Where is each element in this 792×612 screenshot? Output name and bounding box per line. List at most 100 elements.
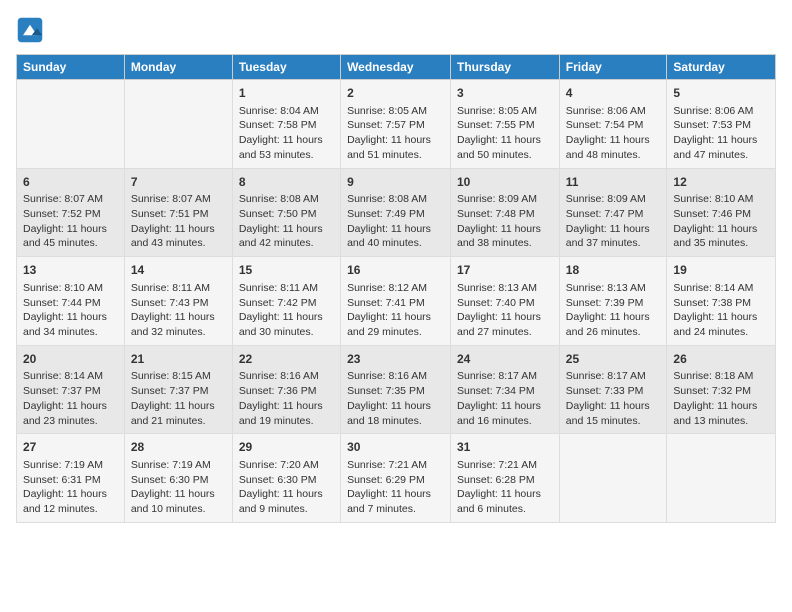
calendar-cell: 6Sunrise: 8:07 AM Sunset: 7:52 PM Daylig… xyxy=(17,168,125,257)
day-number: 24 xyxy=(457,351,553,368)
header-day-thursday: Thursday xyxy=(451,55,560,80)
day-number: 4 xyxy=(566,85,661,102)
calendar-cell: 31 Sunrise: 7:21 AM Sunset: 6:28 PM Dayli… xyxy=(451,434,560,523)
day-number: 19 xyxy=(673,262,769,279)
calendar-cell: 15 Sunrise: 8:11 AM Sunset: 7:42 PM Dayli… xyxy=(232,257,340,346)
logo-icon xyxy=(16,16,44,44)
header-day-sunday: Sunday xyxy=(17,55,125,80)
day-number: 30 xyxy=(347,439,444,456)
calendar-cell: 11Sunrise: 8:09 AM Sunset: 7:47 PM Dayli… xyxy=(559,168,667,257)
day-info: Sunrise: 7:21 AM Sunset: 6:29 PM Dayligh… xyxy=(347,458,444,517)
day-info: Sunrise: 8:14 AM Sunset: 7:38 PM Dayligh… xyxy=(673,281,769,340)
day-number: 12 xyxy=(673,174,769,191)
day-number: 21 xyxy=(131,351,226,368)
calendar-cell xyxy=(667,434,776,523)
day-info: Sunrise: 8:10 AM Sunset: 7:46 PM Dayligh… xyxy=(673,192,769,251)
day-info: Sunrise: 8:13 AM Sunset: 7:39 PM Dayligh… xyxy=(566,281,661,340)
day-number: 13 xyxy=(23,262,118,279)
day-info: Sunrise: 8:09 AM Sunset: 7:48 PM Dayligh… xyxy=(457,192,553,251)
day-number: 23 xyxy=(347,351,444,368)
calendar-week-4: 27Sunrise: 7:19 AM Sunset: 6:31 PM Dayli… xyxy=(17,434,776,523)
day-number: 10 xyxy=(457,174,553,191)
calendar-header: SundayMondayTuesdayWednesdayThursdayFrid… xyxy=(17,55,776,80)
calendar-cell: 2 Sunrise: 8:05 AM Sunset: 7:57 PM Daylig… xyxy=(341,80,451,169)
day-number: 7 xyxy=(131,174,226,191)
calendar-week-3: 20Sunrise: 8:14 AM Sunset: 7:37 PM Dayli… xyxy=(17,345,776,434)
calendar-cell: 14 Sunrise: 8:11 AM Sunset: 7:43 PM Dayli… xyxy=(124,257,232,346)
day-number: 2 xyxy=(347,85,444,102)
calendar-cell: 10Sunrise: 8:09 AM Sunset: 7:48 PM Dayli… xyxy=(451,168,560,257)
day-number: 28 xyxy=(131,439,226,456)
calendar-cell: 1 Sunrise: 8:04 AM Sunset: 7:58 PM Daylig… xyxy=(232,80,340,169)
calendar-week-2: 13 Sunrise: 8:10 AM Sunset: 7:44 PM Dayli… xyxy=(17,257,776,346)
day-info: Sunrise: 8:08 AM Sunset: 7:50 PM Dayligh… xyxy=(239,192,334,251)
calendar-cell: 16 Sunrise: 8:12 AM Sunset: 7:41 PM Dayli… xyxy=(341,257,451,346)
calendar-cell: 4Sunrise: 8:06 AM Sunset: 7:54 PM Daylig… xyxy=(559,80,667,169)
calendar-cell: 28 Sunrise: 7:19 AM Sunset: 6:30 PM Dayli… xyxy=(124,434,232,523)
day-info: Sunrise: 8:12 AM Sunset: 7:41 PM Dayligh… xyxy=(347,281,444,340)
day-number: 6 xyxy=(23,174,118,191)
calendar-cell: 8Sunrise: 8:08 AM Sunset: 7:50 PM Daylig… xyxy=(232,168,340,257)
day-info: Sunrise: 7:21 AM Sunset: 6:28 PM Dayligh… xyxy=(457,458,553,517)
calendar-cell: 29Sunrise: 7:20 AM Sunset: 6:30 PM Dayli… xyxy=(232,434,340,523)
day-number: 14 xyxy=(131,262,226,279)
header-day-tuesday: Tuesday xyxy=(232,55,340,80)
calendar-cell: 26Sunrise: 8:18 AM Sunset: 7:32 PM Dayli… xyxy=(667,345,776,434)
calendar-cell: 27Sunrise: 7:19 AM Sunset: 6:31 PM Dayli… xyxy=(17,434,125,523)
day-info: Sunrise: 8:16 AM Sunset: 7:35 PM Dayligh… xyxy=(347,369,444,428)
day-info: Sunrise: 8:16 AM Sunset: 7:36 PM Dayligh… xyxy=(239,369,334,428)
day-number: 26 xyxy=(673,351,769,368)
calendar-week-0: 1 Sunrise: 8:04 AM Sunset: 7:58 PM Daylig… xyxy=(17,80,776,169)
header-row: SundayMondayTuesdayWednesdayThursdayFrid… xyxy=(17,55,776,80)
header-day-wednesday: Wednesday xyxy=(341,55,451,80)
day-info: Sunrise: 8:17 AM Sunset: 7:34 PM Dayligh… xyxy=(457,369,553,428)
day-info: Sunrise: 8:11 AM Sunset: 7:42 PM Dayligh… xyxy=(239,281,334,340)
day-number: 17 xyxy=(457,262,553,279)
calendar-cell xyxy=(124,80,232,169)
header-day-monday: Monday xyxy=(124,55,232,80)
day-info: Sunrise: 8:10 AM Sunset: 7:44 PM Dayligh… xyxy=(23,281,118,340)
calendar-cell: 18 Sunrise: 8:13 AM Sunset: 7:39 PM Dayli… xyxy=(559,257,667,346)
header-day-saturday: Saturday xyxy=(667,55,776,80)
calendar-cell: 24Sunrise: 8:17 AM Sunset: 7:34 PM Dayli… xyxy=(451,345,560,434)
day-info: Sunrise: 8:09 AM Sunset: 7:47 PM Dayligh… xyxy=(566,192,661,251)
calendar-cell: 19 Sunrise: 8:14 AM Sunset: 7:38 PM Dayli… xyxy=(667,257,776,346)
header-day-friday: Friday xyxy=(559,55,667,80)
calendar-cell: 20Sunrise: 8:14 AM Sunset: 7:37 PM Dayli… xyxy=(17,345,125,434)
day-number: 15 xyxy=(239,262,334,279)
day-number: 16 xyxy=(347,262,444,279)
day-number: 22 xyxy=(239,351,334,368)
day-number: 20 xyxy=(23,351,118,368)
calendar-cell: 21Sunrise: 8:15 AM Sunset: 7:37 PM Dayli… xyxy=(124,345,232,434)
day-info: Sunrise: 8:15 AM Sunset: 7:37 PM Dayligh… xyxy=(131,369,226,428)
day-info: Sunrise: 8:07 AM Sunset: 7:52 PM Dayligh… xyxy=(23,192,118,251)
day-info: Sunrise: 8:11 AM Sunset: 7:43 PM Dayligh… xyxy=(131,281,226,340)
calendar-week-1: 6Sunrise: 8:07 AM Sunset: 7:52 PM Daylig… xyxy=(17,168,776,257)
calendar-cell: 5Sunrise: 8:06 AM Sunset: 7:53 PM Daylig… xyxy=(667,80,776,169)
day-number: 1 xyxy=(239,85,334,102)
calendar-cell: 13 Sunrise: 8:10 AM Sunset: 7:44 PM Dayli… xyxy=(17,257,125,346)
page-header xyxy=(16,16,776,44)
day-info: Sunrise: 8:05 AM Sunset: 7:55 PM Dayligh… xyxy=(457,104,553,163)
day-info: Sunrise: 8:04 AM Sunset: 7:58 PM Dayligh… xyxy=(239,104,334,163)
day-info: Sunrise: 8:13 AM Sunset: 7:40 PM Dayligh… xyxy=(457,281,553,340)
day-info: Sunrise: 8:06 AM Sunset: 7:53 PM Dayligh… xyxy=(673,104,769,163)
calendar-cell: 3 Sunrise: 8:05 AM Sunset: 7:55 PM Daylig… xyxy=(451,80,560,169)
calendar-cell: 7Sunrise: 8:07 AM Sunset: 7:51 PM Daylig… xyxy=(124,168,232,257)
calendar-table: SundayMondayTuesdayWednesdayThursdayFrid… xyxy=(16,54,776,523)
day-number: 25 xyxy=(566,351,661,368)
day-number: 29 xyxy=(239,439,334,456)
day-info: Sunrise: 8:14 AM Sunset: 7:37 PM Dayligh… xyxy=(23,369,118,428)
day-info: Sunrise: 7:19 AM Sunset: 6:30 PM Dayligh… xyxy=(131,458,226,517)
day-info: Sunrise: 7:19 AM Sunset: 6:31 PM Dayligh… xyxy=(23,458,118,517)
calendar-cell: 9Sunrise: 8:08 AM Sunset: 7:49 PM Daylig… xyxy=(341,168,451,257)
day-info: Sunrise: 8:07 AM Sunset: 7:51 PM Dayligh… xyxy=(131,192,226,251)
calendar-cell: 30 Sunrise: 7:21 AM Sunset: 6:29 PM Dayli… xyxy=(341,434,451,523)
day-number: 3 xyxy=(457,85,553,102)
calendar-cell: 17 Sunrise: 8:13 AM Sunset: 7:40 PM Dayli… xyxy=(451,257,560,346)
calendar-cell: 25Sunrise: 8:17 AM Sunset: 7:33 PM Dayli… xyxy=(559,345,667,434)
day-number: 11 xyxy=(566,174,661,191)
day-number: 18 xyxy=(566,262,661,279)
day-info: Sunrise: 8:05 AM Sunset: 7:57 PM Dayligh… xyxy=(347,104,444,163)
day-number: 31 xyxy=(457,439,553,456)
